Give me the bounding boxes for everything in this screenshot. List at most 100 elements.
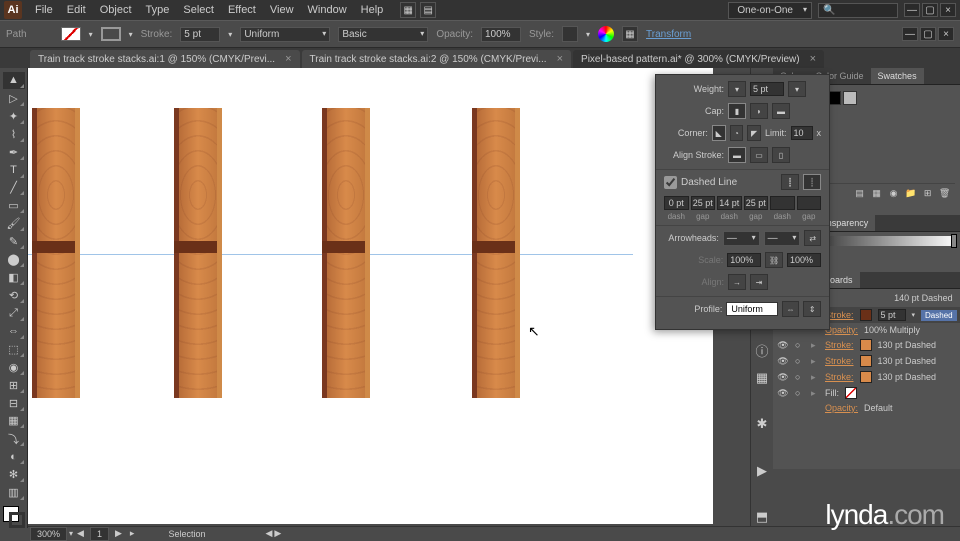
bridge-icon[interactable]: ▦ xyxy=(400,2,416,18)
stroke-color-swatch[interactable] xyxy=(860,339,872,351)
align-icon[interactable]: ▦ xyxy=(622,26,638,42)
flip-vertical-icon[interactable]: ⇕ xyxy=(803,301,821,317)
dash-preserve-button[interactable]: ┋ xyxy=(781,174,799,190)
visibility-toggle-icon[interactable]: 👁 xyxy=(777,388,789,399)
direct-selection-tool[interactable]: ▷ xyxy=(3,90,25,107)
appearance-stroke-weight-input[interactable] xyxy=(878,309,906,321)
arrowhead-end-select[interactable]: — xyxy=(764,231,801,246)
dash-2-input[interactable] xyxy=(717,196,742,210)
corner-round-button[interactable]: ◔ xyxy=(730,125,744,141)
target-toggle-icon[interactable]: ○ xyxy=(795,356,805,366)
close-icon[interactable]: × xyxy=(285,53,291,65)
canvas-area[interactable]: ↖ xyxy=(28,68,750,528)
type-tool[interactable]: T xyxy=(3,162,25,179)
close-icon[interactable]: × xyxy=(810,53,816,65)
swatch-kinds-icon[interactable]: ▦ xyxy=(870,187,884,199)
doc-tab-1[interactable]: Train track stroke stacks.ai:1 @ 150% (C… xyxy=(30,50,300,68)
zoom-display[interactable]: 300% xyxy=(30,527,67,541)
cap-round-button[interactable]: ◗ xyxy=(750,103,768,119)
symbol-sprayer-tool[interactable]: ✻ xyxy=(3,466,25,483)
swatch-libraries-icon[interactable]: ▤ xyxy=(853,187,867,199)
visibility-toggle-icon[interactable]: 👁 xyxy=(777,340,789,351)
gradient-panel-icon[interactable]: ▦ xyxy=(751,367,773,388)
dashed-line-checkbox[interactable] xyxy=(664,176,677,189)
style-swatch[interactable] xyxy=(562,26,578,42)
eyedropper-tool[interactable]: ⤵ xyxy=(3,430,25,447)
menu-select[interactable]: Select xyxy=(176,4,221,16)
close-window-button[interactable]: × xyxy=(940,3,956,17)
stroke-weight-stepper[interactable]: ▾ xyxy=(228,30,232,39)
menu-object[interactable]: Object xyxy=(93,4,139,16)
search-input[interactable]: 🔍 xyxy=(818,3,898,18)
align-center-button[interactable]: ▬ xyxy=(728,147,746,163)
line-tool[interactable]: ╱ xyxy=(3,180,25,197)
tab-swatches[interactable]: Swatches xyxy=(871,68,924,84)
doc-tab-2[interactable]: Train track stroke stacks.ai:2 @ 150% (C… xyxy=(302,50,572,68)
align-arrow-end-button[interactable]: ⇥ xyxy=(750,274,768,290)
brush-select[interactable]: Basic xyxy=(338,27,428,42)
doc-restore-button[interactable]: ▢ xyxy=(920,27,936,41)
doc-minimize-button[interactable]: — xyxy=(902,27,918,41)
mesh-tool[interactable]: ⊟ xyxy=(3,395,25,412)
appearance-row-stroke-2[interactable]: 👁○▸ Stroke: 130 pt Dashed xyxy=(773,337,960,353)
stroke-color-swatch[interactable] xyxy=(860,309,872,321)
expand-icon[interactable]: ▸ xyxy=(811,356,819,367)
wood-plank-4[interactable] xyxy=(472,108,520,398)
visibility-toggle-icon[interactable]: 👁 xyxy=(777,356,789,367)
swatch-options-icon[interactable]: ◉ xyxy=(887,187,901,199)
doc-tab-3[interactable]: Pixel-based pattern.ai* @ 300% (CMYK/Pre… xyxy=(573,50,824,68)
pencil-tool[interactable]: ✎ xyxy=(3,233,25,250)
opacity-input[interactable] xyxy=(481,27,521,42)
cap-butt-button[interactable]: ▮ xyxy=(728,103,746,119)
appearance-row-stroke-3[interactable]: 👁○▸ Stroke: 130 pt Dashed xyxy=(773,353,960,369)
expand-icon[interactable]: ▸ xyxy=(811,388,819,399)
expand-icon[interactable]: ▸ xyxy=(811,372,819,383)
close-icon[interactable]: × xyxy=(557,53,563,65)
width-profile-select[interactable]: Uniform xyxy=(726,302,778,316)
recolor-artwork-icon[interactable] xyxy=(598,26,614,42)
arrowhead-start-select[interactable]: — xyxy=(723,231,760,246)
gap-3-input[interactable] xyxy=(797,196,822,210)
swap-arrowheads-icon[interactable]: ⇄ xyxy=(804,230,821,246)
rectangle-tool[interactable]: ▭ xyxy=(3,197,25,214)
pen-tool[interactable]: ✒ xyxy=(3,144,25,161)
target-toggle-icon[interactable]: ○ xyxy=(795,388,805,398)
stepper-dropdown-icon[interactable]: ▾ xyxy=(788,81,806,97)
stroke-dropdown-icon[interactable]: ▾ xyxy=(129,30,133,39)
menu-effect[interactable]: Effect xyxy=(221,4,263,16)
selection-tool[interactable]: ▲ xyxy=(3,72,25,89)
expand-icon[interactable]: ▸ xyxy=(811,340,819,351)
info-panel-icon[interactable]: ⓘ xyxy=(751,340,773,361)
magic-wand-tool[interactable]: ✦ xyxy=(3,108,25,125)
links-panel-icon[interactable]: ⬒ xyxy=(751,507,773,528)
new-swatch-icon[interactable]: ⊞ xyxy=(921,187,935,199)
actions-play-icon[interactable]: ▶ xyxy=(751,460,773,481)
minimize-button[interactable]: — xyxy=(904,3,920,17)
stepper-icon[interactable]: ▾ xyxy=(912,311,916,319)
fill-swatch[interactable] xyxy=(61,27,81,41)
arrange-docs-icon[interactable]: ▤ xyxy=(420,2,436,18)
fill-dropdown-icon[interactable]: ▾ xyxy=(89,30,93,39)
corner-miter-button[interactable]: ◣ xyxy=(712,125,726,141)
stroke-color-swatch[interactable] xyxy=(860,371,872,383)
align-arrow-tip-button[interactable]: → xyxy=(728,274,746,290)
fill-stroke-selector[interactable] xyxy=(3,506,25,528)
scrollbar-left-icon[interactable]: ◀ xyxy=(265,528,272,539)
stroke-swatch[interactable] xyxy=(101,27,121,41)
variable-width-select[interactable]: Uniform xyxy=(240,27,330,42)
dash-align-button[interactable]: ┊ xyxy=(803,174,821,190)
appearance-row-stroke-4[interactable]: 👁○▸ Stroke: 130 pt Dashed xyxy=(773,369,960,385)
gap-2-input[interactable] xyxy=(744,196,769,210)
new-color-group-icon[interactable]: 📁 xyxy=(904,187,918,199)
align-inside-button[interactable]: ▭ xyxy=(750,147,768,163)
artboard-nav-input[interactable]: 1 xyxy=(90,527,109,541)
scale-tool[interactable]: ⤢ xyxy=(3,305,25,322)
stepper-down-icon[interactable]: ▾ xyxy=(728,81,746,97)
blob-brush-tool[interactable]: ⬤ xyxy=(3,251,25,268)
dash-1-input[interactable] xyxy=(664,196,689,210)
dash-3-input[interactable] xyxy=(770,196,795,210)
wood-plank-3[interactable] xyxy=(322,108,370,398)
miter-limit-input[interactable] xyxy=(791,126,813,140)
lasso-tool[interactable]: ⌇ xyxy=(3,126,25,143)
eraser-tool[interactable]: ◧ xyxy=(3,269,25,286)
